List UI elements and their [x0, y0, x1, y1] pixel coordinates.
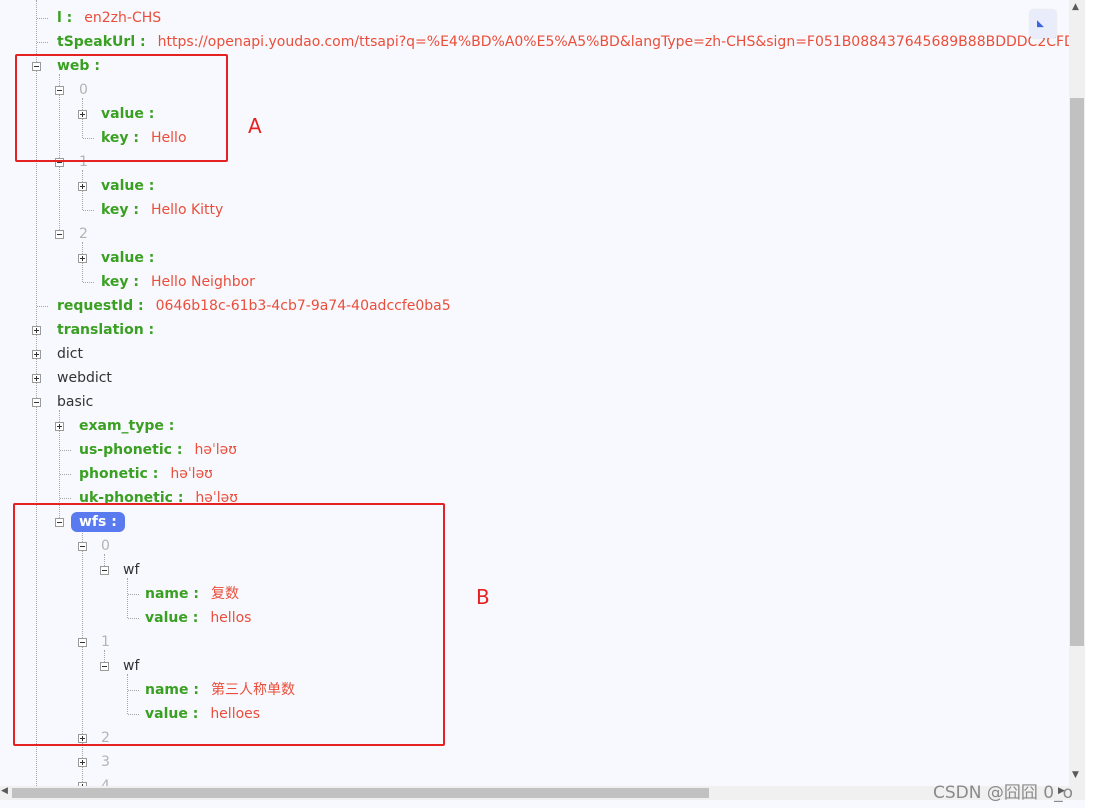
- index-label: 2: [79, 226, 88, 242]
- key-label: basic: [57, 394, 94, 410]
- value-text: Hello Kitty: [151, 202, 224, 218]
- index-label: 3: [101, 754, 110, 770]
- key-label: key :: [101, 274, 140, 290]
- collapse-corner-button[interactable]: ◣: [1030, 10, 1056, 38]
- watermark: CSDN @囧囧 0_o: [933, 783, 1073, 803]
- window-edge: [1085, 0, 1099, 808]
- index-label: 4: [101, 778, 110, 786]
- plus-box-icon[interactable]: [55, 422, 64, 431]
- key-label: tSpeakUrl :: [57, 34, 146, 50]
- plus-box-icon[interactable]: [78, 758, 87, 767]
- plus-box-icon[interactable]: [78, 182, 87, 191]
- tree-row-tspeakurl[interactable]: tSpeakUrl : https://openapi.youdao.com/tt…: [57, 30, 1069, 54]
- plus-box-icon[interactable]: [32, 374, 41, 383]
- key-label: webdict: [57, 370, 112, 386]
- tree-row-webdict[interactable]: webdict: [57, 366, 112, 390]
- annotation-label-b: B: [476, 585, 490, 609]
- tree-row-dict[interactable]: dict: [57, 342, 83, 366]
- tree-guide-stub: [83, 210, 94, 211]
- tree-row-us-phonetic[interactable]: us-phonetic : həˈləʊ: [79, 438, 237, 462]
- scroll-left-arrow-icon[interactable]: ◀: [1, 786, 8, 796]
- json-tree-viewer: l : en2zh-CHS tSpeakUrl : https://openapi.…: [0, 0, 1069, 786]
- key-label: exam_type :: [79, 418, 175, 434]
- tree-row-basic[interactable]: basic: [57, 390, 93, 414]
- key-label: translation :: [57, 322, 155, 338]
- tree-row-translation[interactable]: translation :: [57, 318, 154, 342]
- annotation-box-b: [13, 503, 445, 746]
- tree-guide-stub: [37, 306, 48, 307]
- horizontal-scrollbar-thumb[interactable]: [12, 788, 709, 798]
- tree-row-web-1-value[interactable]: value :: [101, 174, 154, 198]
- key-label: dict: [57, 346, 83, 362]
- value-text: en2zh-CHS: [84, 10, 162, 26]
- minus-box-icon[interactable]: [55, 230, 64, 239]
- scroll-down-arrow-icon[interactable]: ▼: [1072, 770, 1079, 780]
- tree-row-wfs-3[interactable]: 3: [101, 750, 110, 774]
- key-label: requestId :: [57, 298, 144, 314]
- value-text: 0646b18c-61b3-4cb7-9a74-40adccfe0ba5: [155, 298, 451, 314]
- plus-box-icon[interactable]: [78, 254, 87, 263]
- tree-guide-stub: [60, 450, 71, 451]
- plus-box-icon[interactable]: [32, 326, 41, 335]
- tree-row-web-2-key[interactable]: key : Hello Neighbor: [101, 270, 255, 294]
- annotation-box-a: [15, 54, 228, 162]
- vertical-scrollbar-thumb[interactable]: [1070, 98, 1084, 646]
- tree-row-web-2[interactable]: 2: [79, 222, 88, 246]
- tree-guide-stub: [83, 282, 94, 283]
- annotation-label-a: A: [248, 114, 262, 138]
- tree-guide-stub: [60, 474, 71, 475]
- collapse-corner-icon: ◣: [1037, 19, 1044, 29]
- tree-row-wfs-4[interactable]: 4: [101, 774, 110, 786]
- key-label: phonetic :: [79, 466, 159, 482]
- tree-row-exam-type[interactable]: exam_type :: [79, 414, 174, 438]
- tree-row-requestid[interactable]: requestId : 0646b18c-61b3-4cb7-9a74-40adc…: [57, 294, 451, 318]
- plus-box-icon[interactable]: [32, 350, 41, 359]
- tree-row-web-1-key[interactable]: key : Hello Kitty: [101, 198, 223, 222]
- value-text: https://openapi.youdao.com/ttsapi?q=%E4%…: [157, 34, 1069, 50]
- tree-guide-stub: [60, 498, 71, 499]
- key-label: l :: [57, 10, 73, 26]
- key-label: value :: [101, 178, 155, 194]
- value-text: həˈləʊ: [194, 442, 237, 458]
- key-label: value :: [101, 250, 155, 266]
- scroll-up-arrow-icon[interactable]: ▲: [1072, 2, 1079, 12]
- value-text: Hello Neighbor: [151, 274, 255, 290]
- tree-guide-stub: [37, 42, 48, 43]
- tree-row-web-2-value[interactable]: value :: [101, 246, 154, 270]
- key-label: key :: [101, 202, 140, 218]
- key-label: us-phonetic :: [79, 442, 183, 458]
- tree-guide-stub: [37, 18, 48, 19]
- value-text: həˈləʊ: [170, 466, 213, 482]
- minus-box-icon[interactable]: [32, 398, 41, 407]
- tree-row-phonetic[interactable]: phonetic : həˈləʊ: [79, 462, 213, 486]
- tree-row-l[interactable]: l : en2zh-CHS: [57, 6, 161, 30]
